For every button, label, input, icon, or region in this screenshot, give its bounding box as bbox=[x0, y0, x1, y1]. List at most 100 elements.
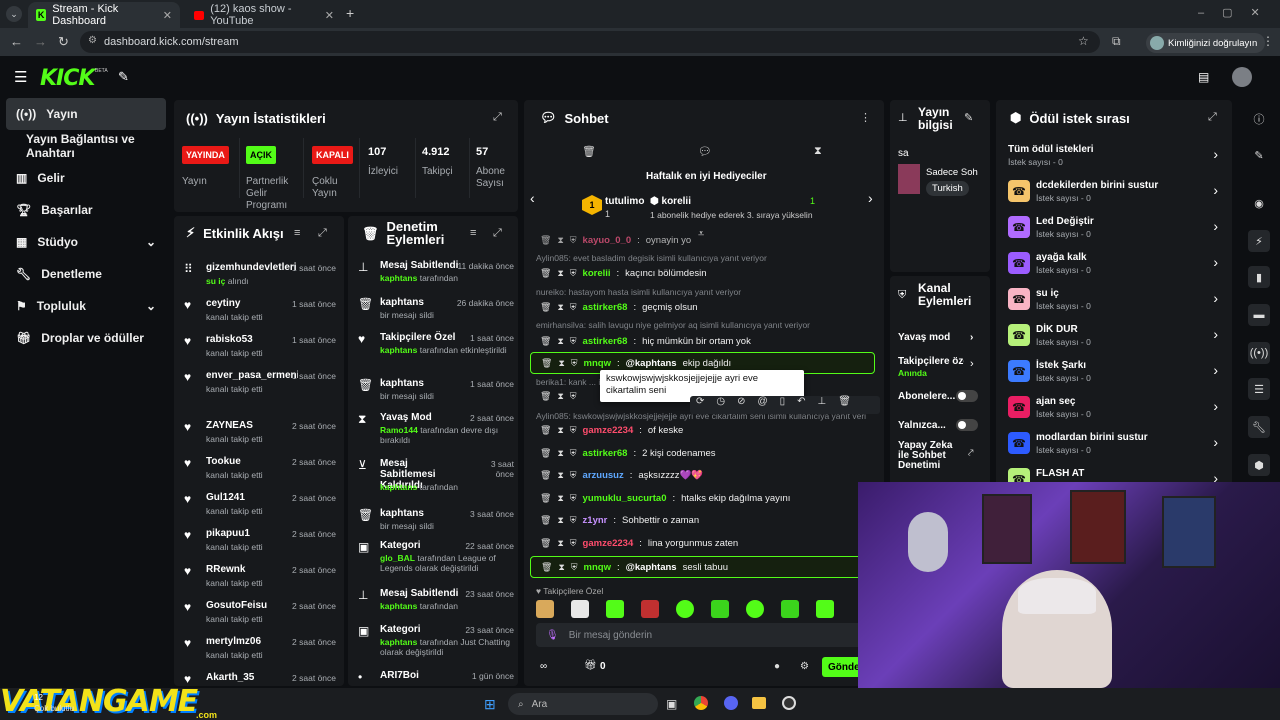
hourglass-icon[interactable]: ⧗ bbox=[557, 235, 563, 246]
chat-username[interactable]: gamze2234 bbox=[583, 425, 634, 436]
send-button[interactable]: Gönder bbox=[822, 657, 864, 677]
reward-item[interactable]: ☎ dcdekilerden birini sustur İstek sayısı … bbox=[1006, 178, 1222, 208]
reward-item[interactable]: ☎ DİK DUR İstek sayısı - 0 › bbox=[1006, 322, 1222, 352]
shield-icon[interactable]: ⛨ bbox=[570, 515, 577, 526]
users-icon[interactable]: ☰ bbox=[1248, 378, 1270, 400]
emote-icon[interactable] bbox=[781, 600, 799, 618]
user-avatar[interactable] bbox=[1232, 67, 1252, 87]
chat-message[interactable]: 🗑︎ ⧗ ⛨ arzuusuz: aşksızzzz💜💖 bbox=[530, 464, 875, 486]
bookmark-star-icon[interactable]: ☆ bbox=[1078, 34, 1089, 48]
action-followers-only[interactable]: Takipçilere özel bbox=[898, 356, 964, 367]
emote-icon[interactable] bbox=[746, 600, 764, 618]
chat-message[interactable]: 🗑︎ ⧗ ⛨ yumuklu_sucurta0: htalks ekip dağılma… bbox=[530, 487, 875, 509]
close-icon[interactable]: ✕ bbox=[325, 9, 334, 22]
emote-icon[interactable] bbox=[641, 600, 659, 618]
discord-icon[interactable] bbox=[724, 696, 738, 710]
trash-icon[interactable]: ▮ bbox=[1248, 266, 1270, 288]
menu-kebab-icon[interactable]: ⋮ bbox=[1262, 34, 1274, 48]
gifter-name[interactable]: tutulimo bbox=[605, 196, 644, 207]
chat-message[interactable]: 🗑︎ ⧗ ⛨ korelii: kaçıncı bölümdesin bbox=[530, 262, 875, 284]
sidebar-item-topluluk[interactable]: ⚑ Topluluk ⌄ bbox=[6, 290, 166, 322]
reward-item[interactable]: ☎ su iç İstek sayısı - 0 › bbox=[1006, 286, 1222, 316]
activity-item[interactable]: ♥ RRewnk 2 saat önce kanalı takip etti bbox=[180, 560, 338, 596]
trash-icon[interactable]: 🗑︎ bbox=[540, 235, 551, 246]
activity-item[interactable]: ♥ enver_pasa_ermeni_ucuran1 saat önce kana… bbox=[180, 366, 338, 402]
info-icon[interactable]: ⓘ bbox=[1248, 108, 1270, 130]
chat-message[interactable]: 🗑︎ ⧗ ⛨ mnqw: @kaphtans sesli tabuu bbox=[530, 556, 875, 578]
activity-item[interactable]: ♥ ZAYNEAS 2 saat önce kanalı takip etti bbox=[180, 416, 338, 452]
chat-username[interactable]: astirker68 bbox=[583, 336, 628, 347]
reward-icon[interactable]: ⬢ bbox=[1248, 454, 1270, 476]
trash-icon[interactable]: 🗑︎ bbox=[540, 493, 551, 504]
close-icon[interactable]: ✕ bbox=[163, 9, 172, 22]
shield-icon[interactable]: ⛨ bbox=[570, 493, 577, 504]
hourglass-icon[interactable]: ⧗ bbox=[814, 145, 822, 158]
new-tab-icon[interactable]: + bbox=[346, 5, 354, 21]
chat-message[interactable]: 🗑︎ ⧗ ⛨ astirker68:2 kişi codenames bbox=[530, 442, 875, 464]
settings-icon[interactable]: ⚙ bbox=[800, 661, 809, 672]
trash-icon[interactable]: 🗑︎ bbox=[540, 336, 551, 347]
sidebar-item-gelir[interactable]: ▥ Gelir bbox=[6, 162, 166, 194]
obs-icon[interactable] bbox=[782, 696, 796, 710]
tab-youtube[interactable]: (12) kaos show - YouTube ✕ bbox=[186, 2, 342, 28]
broadcast-icon[interactable]: ((•)) bbox=[1248, 342, 1270, 364]
chat-username[interactable]: arzuusuz bbox=[583, 470, 624, 481]
reward-all[interactable]: Tüm ödül istekleri İstek sayısı - 0 › bbox=[1006, 142, 1222, 172]
chat-username[interactable]: yumuklu_sucurta0 bbox=[583, 493, 667, 504]
hourglass-icon[interactable]: ⧗ bbox=[557, 448, 563, 459]
shield-icon[interactable]: ⛨ bbox=[570, 448, 577, 459]
trash-icon[interactable]: 🗑︎ bbox=[540, 268, 551, 279]
action-ai-moderation[interactable]: Yapay Zeka ile Sohbet Denetimi bbox=[898, 441, 962, 471]
shield-icon[interactable]: ⛨ bbox=[570, 336, 577, 347]
folder-icon[interactable] bbox=[752, 697, 766, 709]
window-controls[interactable]: –▢✕ bbox=[1198, 6, 1278, 19]
shield-icon[interactable]: ⛨ bbox=[571, 562, 578, 573]
next-arrow-icon[interactable]: › bbox=[868, 190, 873, 206]
chat-message[interactable]: 🗑︎ ⧗ ⛨ kayuo_0_0: oynayin yo bbox=[530, 234, 875, 246]
emote-icon[interactable] bbox=[606, 600, 624, 618]
camera-icon[interactable]: ◉ bbox=[1248, 192, 1270, 214]
kick-logo[interactable]: KICK bbox=[40, 66, 95, 91]
emote-icon[interactable] bbox=[711, 600, 729, 618]
chat-username[interactable]: gamze2234 bbox=[583, 538, 634, 549]
activity-item[interactable]: ⠿ gizemhundevletleri 1 saat önce su iç alın… bbox=[180, 258, 338, 294]
back-icon[interactable]: ← bbox=[10, 34, 23, 49]
reload-icon[interactable]: ↻ bbox=[58, 34, 69, 50]
trash-icon[interactable]: 🗑︎ bbox=[540, 515, 551, 526]
shield-icon[interactable]: ⛨ bbox=[571, 358, 578, 369]
external-link-icon[interactable]: ⤤ bbox=[968, 448, 974, 459]
tab-kick-dashboard[interactable]: K Stream - Kick Dashboard ✕ bbox=[28, 2, 180, 28]
shield-icon[interactable]: ⛨ bbox=[570, 268, 577, 279]
trash-icon[interactable]: 🗑︎ bbox=[540, 538, 551, 549]
chat-menu-icon[interactable]: ⋮ bbox=[860, 111, 871, 124]
emoji-icon[interactable]: ● bbox=[774, 661, 780, 672]
moderation-item[interactable]: ♥ Takipçilere Özel 1 saat önce kaphtans tar… bbox=[354, 330, 514, 370]
moderation-item[interactable]: ⧗ Yavaş Mod 2 saat önce Ramo144 tarafından … bbox=[354, 410, 514, 450]
moderation-item[interactable]: 🗑︎ kaphtans 26 dakika önce bir mesajı sildi bbox=[354, 295, 514, 335]
emote-icon[interactable] bbox=[571, 600, 589, 618]
trash-icon[interactable]: 🗑︎ bbox=[540, 448, 551, 459]
task-view-icon[interactable]: ▣ bbox=[666, 697, 677, 711]
edit-icon[interactable]: ✎ bbox=[964, 111, 973, 124]
chat-username[interactable]: astirker68 bbox=[583, 448, 628, 459]
sidebar-item-droplar[interactable]: 🎁︎ Droplar ve ödüller bbox=[6, 322, 166, 354]
gifter2-row[interactable]: ⬢ korelii bbox=[650, 196, 691, 207]
moderation-item[interactable]: ⊻ Mesaj Sabitlemesi Kaldırıldı 3 saat önce… bbox=[354, 456, 514, 496]
chat-icon[interactable]: ▬ bbox=[1248, 304, 1270, 326]
reward-item[interactable]: ☎ modlardan birini sustur İstek sayısı - 0… bbox=[1006, 430, 1222, 460]
hourglass-icon[interactable]: ⧗ bbox=[558, 562, 564, 573]
chat-message[interactable]: 🗑︎ ⧗ ⛨ gamze2234: lina yorgunmus zaten bbox=[530, 532, 875, 554]
sidebar-item-stream-key[interactable]: Yayın Bağlantısı ve Anahtarı bbox=[6, 130, 166, 162]
hourglass-icon[interactable]: ⧗ bbox=[557, 268, 563, 279]
chat-username[interactable]: kayuo_0_0 bbox=[583, 235, 632, 246]
chat-mention[interactable]: @kaphtans bbox=[626, 358, 677, 369]
trash-icon[interactable]: 🗑︎ bbox=[541, 358, 552, 369]
reward-item[interactable]: ☎ İstek Şarkı İstek sayısı - 0 › bbox=[1006, 358, 1222, 388]
chat-message[interactable]: 🗑︎ ⧗ ⛨ z1ynr: Sohbettir o zaman bbox=[530, 509, 875, 531]
hourglass-icon[interactable]: ⧗ bbox=[557, 336, 563, 347]
bolt-icon[interactable]: ⚡︎ bbox=[1248, 230, 1270, 252]
shield-icon[interactable]: ⛨ bbox=[570, 538, 577, 549]
moderation-item[interactable]: ▣ Kategori 23 saat önce kaphtans tarafından… bbox=[354, 622, 514, 662]
hourglass-icon[interactable]: ⧗ bbox=[557, 391, 563, 402]
shield-icon[interactable]: ⛨ bbox=[570, 470, 577, 481]
